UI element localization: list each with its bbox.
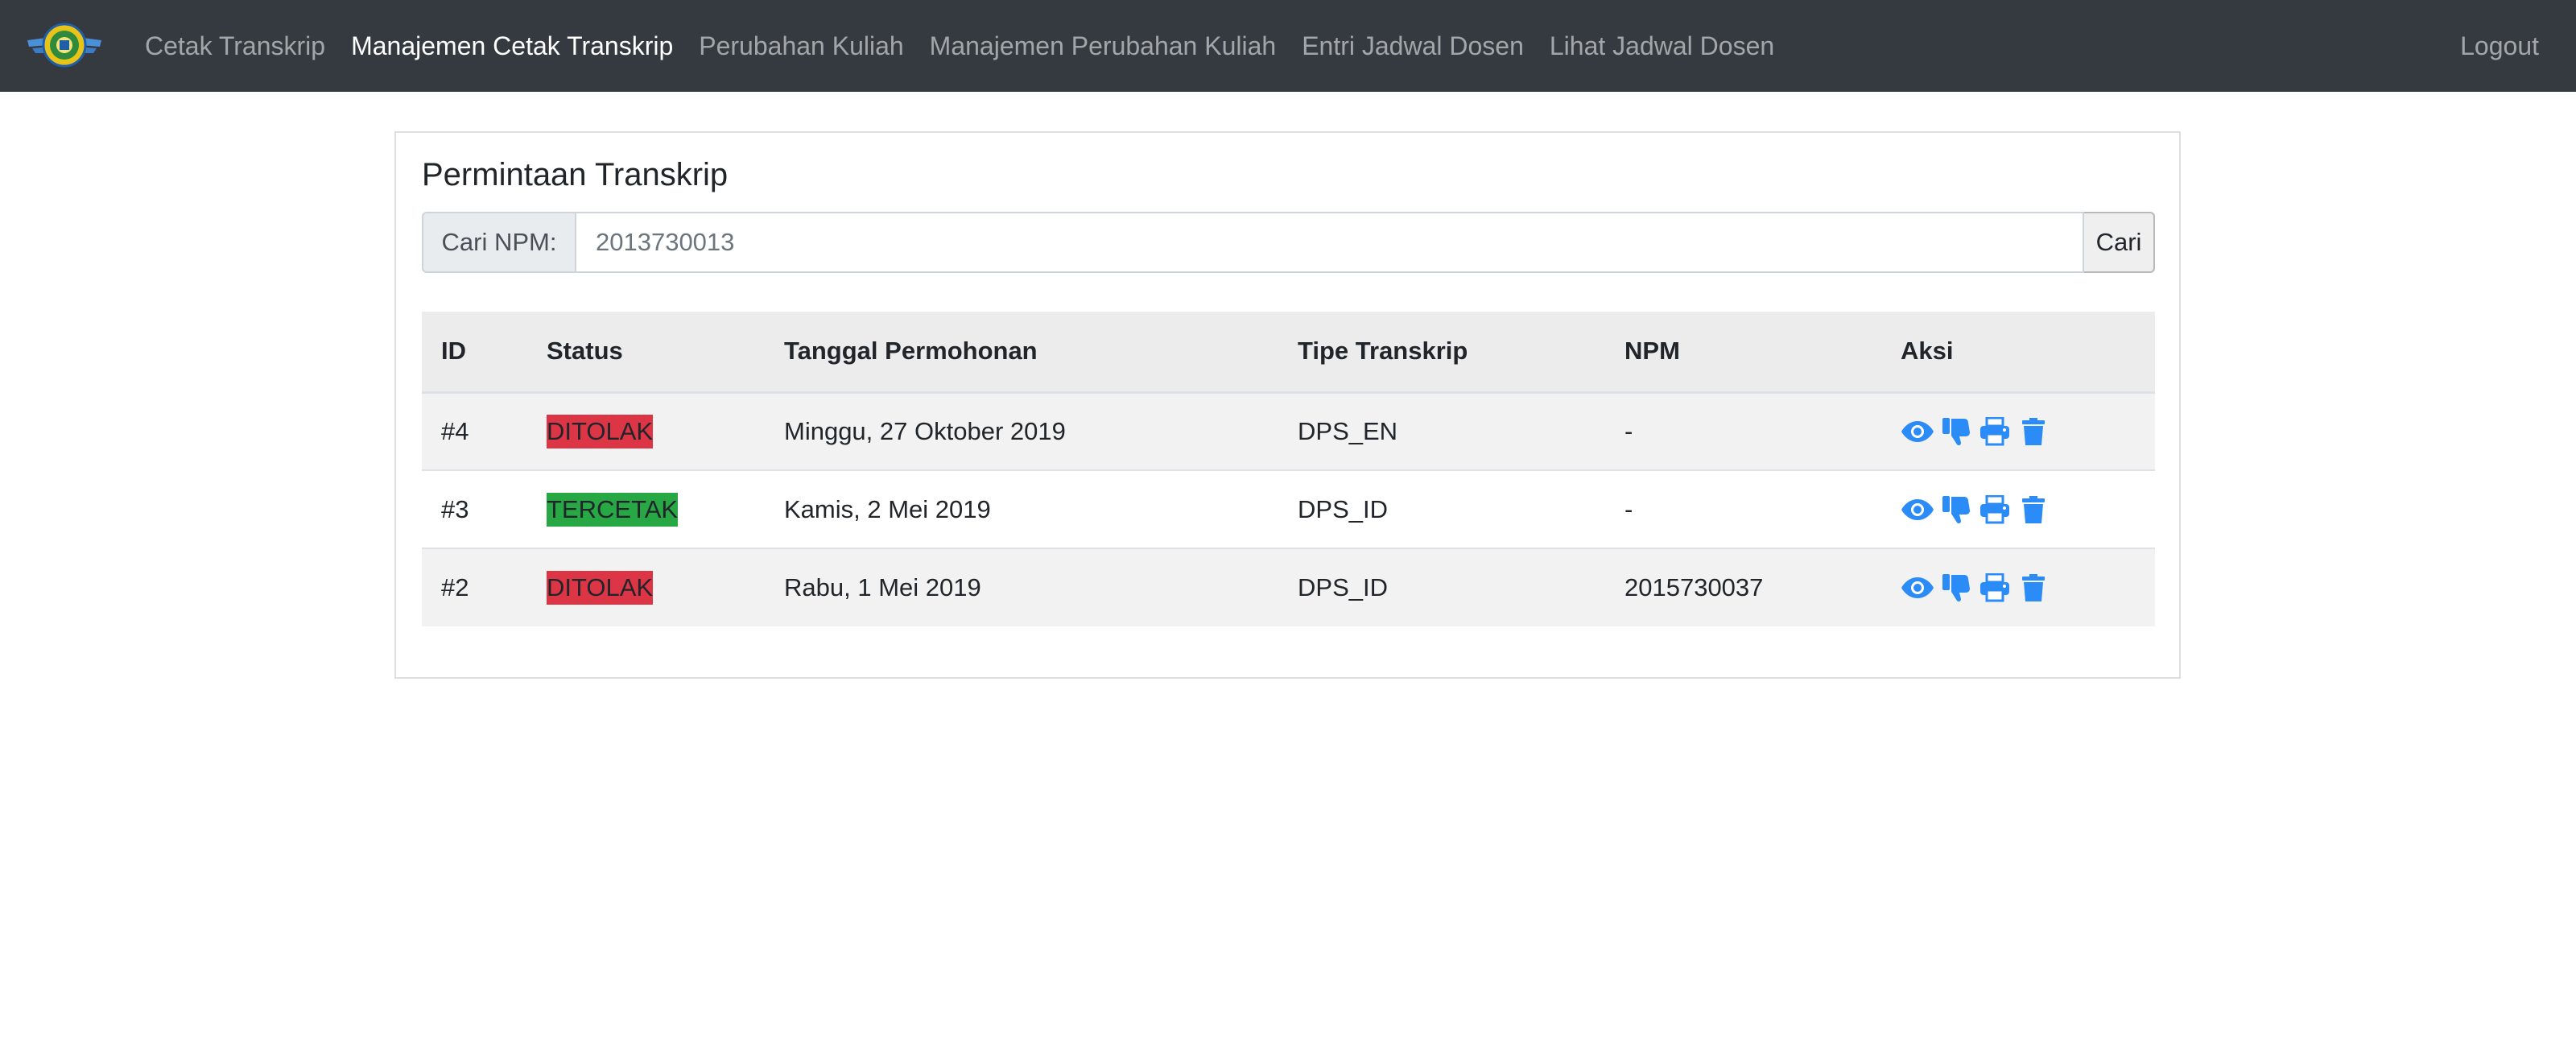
thumbs-down-icon: [1942, 416, 1971, 447]
cell-status: DITOLAK: [527, 392, 765, 470]
reject-button[interactable]: [1939, 572, 1973, 604]
header-id: ID: [422, 312, 527, 394]
cell-id: #2: [441, 573, 469, 601]
cell-npm: -: [1624, 416, 1633, 445]
cell-date: Kamis, 2 Mei 2019: [784, 494, 991, 523]
print-button[interactable]: [1978, 572, 2012, 604]
cell-actions: [1881, 392, 2155, 470]
eye-icon: [1901, 498, 1934, 522]
trash-icon: [2021, 573, 2046, 602]
cell-type: DPS_ID: [1298, 494, 1388, 523]
print-icon: [1979, 416, 2010, 446]
logout-link[interactable]: Logout: [2460, 0, 2539, 92]
table-header-row: ID Status Tanggal Permohonan Tipe Transk…: [422, 312, 2155, 394]
header-date: Tanggal Permohonan: [765, 312, 1278, 394]
eye-icon: [1901, 576, 1934, 600]
header-type: Tipe Transkrip: [1278, 312, 1605, 394]
eye-icon: [1901, 419, 1934, 444]
print-button[interactable]: [1978, 415, 2012, 448]
cell-status: TERCETAK: [527, 470, 765, 548]
trash-icon: [2021, 495, 2046, 524]
status-badge: DITOLAK: [547, 414, 654, 448]
thumbs-down-icon: [1942, 494, 1971, 525]
transcript-table: ID Status Tanggal Permohonan Tipe Transk…: [422, 312, 2155, 626]
header-npm: NPM: [1605, 312, 1881, 394]
card-title: Permintaan Transkrip: [422, 157, 729, 192]
cell-id: #3: [441, 494, 469, 523]
status-badge: DITOLAK: [547, 571, 654, 605]
reject-button[interactable]: [1939, 415, 1973, 448]
print-button[interactable]: [1978, 494, 2012, 526]
search-label: Cari NPM:: [422, 212, 575, 273]
cell-type: DPS_ID: [1298, 573, 1388, 601]
cell-id: #4: [441, 416, 469, 445]
nav-link-cetak-transkrip[interactable]: Cetak Transkrip: [145, 31, 325, 61]
university-logo-icon[interactable]: [24, 16, 105, 74]
nav-link-entri-jadwal-dosen[interactable]: Entri Jadwal Dosen: [1302, 31, 1524, 61]
cell-npm: 2015730037: [1624, 573, 1764, 601]
cell-status: DITOLAK: [527, 548, 765, 626]
npm-search-group: Cari NPM: Cari: [422, 212, 2155, 273]
view-button[interactable]: [1901, 572, 1934, 604]
cell-date: Minggu, 27 Oktober 2019: [784, 416, 1066, 445]
nav-link-perubahan-kuliah[interactable]: Perubahan Kuliah: [699, 31, 903, 61]
top-navbar: Cetak Transkrip Manajemen Cetak Transkri…: [0, 0, 2576, 92]
table-row: #2 DITOLAK Rabu, 1 Mei 2019 DPS_ID 20157…: [422, 548, 2155, 626]
header-status: Status: [527, 312, 765, 394]
delete-button[interactable]: [2017, 572, 2050, 604]
delete-button[interactable]: [2017, 415, 2050, 448]
view-button[interactable]: [1901, 415, 1934, 448]
header-actions: Aksi: [1881, 312, 2155, 394]
search-button[interactable]: Cari: [2084, 212, 2155, 273]
reject-button[interactable]: [1939, 494, 1973, 526]
thumbs-down-icon: [1942, 572, 1971, 603]
trash-icon: [2021, 417, 2046, 446]
view-button[interactable]: [1901, 494, 1934, 526]
npm-search-input[interactable]: [575, 212, 2084, 273]
nav-links: Cetak Transkrip Manajemen Cetak Transkri…: [145, 0, 1800, 92]
cell-actions: [1881, 470, 2155, 548]
cell-type: DPS_EN: [1298, 416, 1398, 445]
print-icon: [1979, 494, 2010, 524]
nav-link-lihat-jadwal-dosen[interactable]: Lihat Jadwal Dosen: [1550, 31, 1774, 61]
print-icon: [1979, 573, 2010, 602]
delete-button[interactable]: [2017, 494, 2050, 526]
table-row: #3 TERCETAK Kamis, 2 Mei 2019 DPS_ID -: [422, 470, 2155, 548]
status-badge: TERCETAK: [547, 492, 679, 527]
nav-link-manajemen-perubahan-kuliah[interactable]: Manajemen Perubahan Kuliah: [930, 31, 1277, 61]
cell-actions: [1881, 548, 2155, 626]
table-row: #4 DITOLAK Minggu, 27 Oktober 2019 DPS_E…: [422, 392, 2155, 470]
nav-link-manajemen-cetak-transkrip[interactable]: Manajemen Cetak Transkrip: [351, 31, 673, 61]
cell-date: Rabu, 1 Mei 2019: [784, 573, 981, 601]
cell-npm: -: [1624, 494, 1633, 523]
transcript-requests-card: Permintaan Transkrip Cari NPM: Cari ID S…: [394, 131, 2181, 679]
